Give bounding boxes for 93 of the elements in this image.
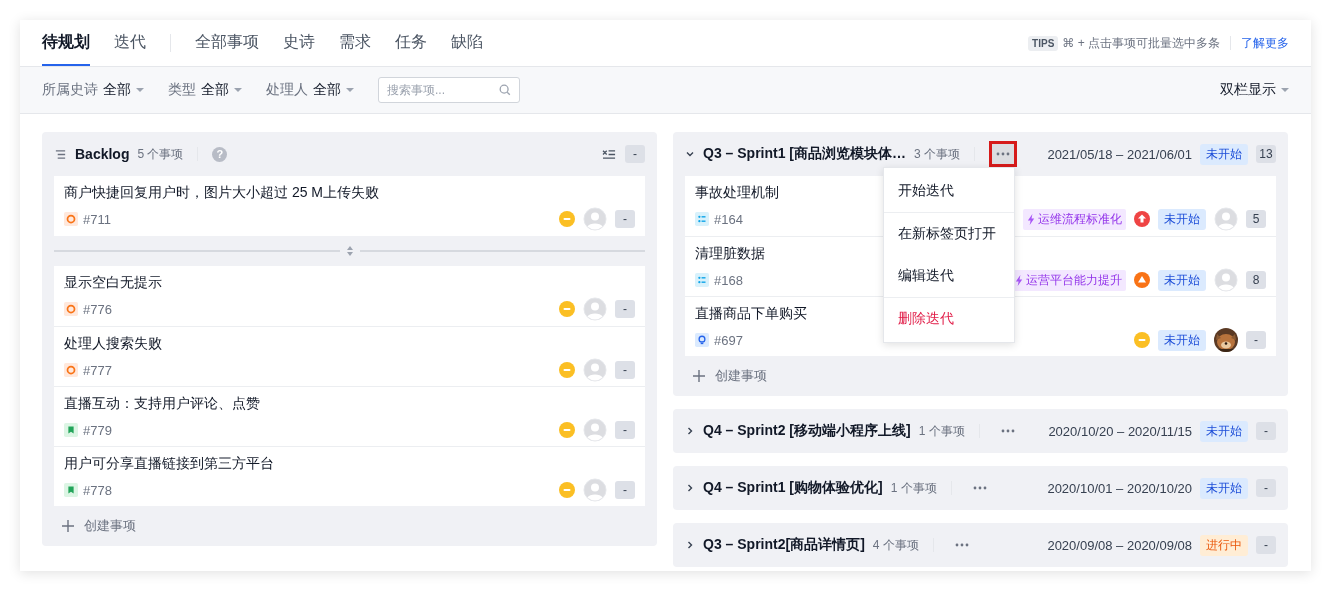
search-icon bbox=[498, 83, 512, 97]
estimate-badge: - bbox=[625, 145, 645, 163]
more-icon bbox=[954, 543, 969, 547]
item-count: 1 个事项 bbox=[890, 479, 937, 497]
status-badge: 进行中 bbox=[1200, 534, 1248, 556]
avatar-icon[interactable] bbox=[1214, 268, 1238, 292]
issue-id: #164 bbox=[714, 211, 743, 227]
avatar-icon[interactable] bbox=[1214, 207, 1238, 231]
chevron-icon[interactable] bbox=[685, 540, 695, 550]
tab[interactable]: 缺陷 bbox=[451, 20, 483, 66]
issue-title[interactable]: 清理脏数据 bbox=[695, 245, 765, 263]
list-icon bbox=[54, 147, 67, 161]
estimate-badge: - bbox=[1256, 422, 1276, 440]
sprint-title: Q3 – Sprint1 [商品浏览模块体… bbox=[703, 145, 907, 163]
chevron-icon[interactable] bbox=[685, 483, 695, 493]
issue-id: #168 bbox=[714, 272, 743, 288]
issue-id: #711 bbox=[83, 211, 111, 227]
estimate-badge: - bbox=[1256, 536, 1276, 554]
avatar-icon[interactable] bbox=[583, 478, 607, 502]
plus-icon bbox=[62, 520, 74, 532]
view-dropdown[interactable]: 双栏显示 bbox=[1220, 81, 1289, 99]
avatar-icon[interactable] bbox=[583, 358, 607, 382]
menu-item[interactable]: 删除迭代 bbox=[884, 298, 1015, 340]
estimate-badge: - bbox=[615, 421, 635, 439]
tips-badge: TIPS bbox=[1028, 35, 1059, 51]
filter-dropdown[interactable]: 处理人 全部 bbox=[266, 81, 354, 99]
issue-id: #778 bbox=[83, 482, 112, 498]
item-count: 1 个事项 bbox=[918, 422, 965, 440]
issue-title[interactable]: 用户可分享直播链接到第三方平台 bbox=[64, 455, 274, 473]
issue-id: #777 bbox=[83, 362, 112, 378]
sprint-title: Q4 – Sprint2 [移动端小程序上线] bbox=[703, 422, 911, 440]
sprint-dates: 2020/10/01 – 2020/10/20 bbox=[1047, 480, 1192, 496]
status-badge: 未开始 bbox=[1200, 477, 1248, 499]
estimate-badge: - bbox=[615, 210, 635, 228]
avatar-icon[interactable] bbox=[583, 418, 607, 442]
filter-dropdown[interactable]: 类型 全部 bbox=[168, 81, 242, 99]
estimate-badge: - bbox=[1246, 331, 1266, 349]
issue-title[interactable]: 直播互动：支持用户评论、点赞 bbox=[64, 395, 260, 413]
tab[interactable]: 史诗 bbox=[283, 20, 315, 66]
plus-icon bbox=[693, 370, 705, 382]
search-field[interactable]: 搜索事项... bbox=[378, 77, 520, 103]
more-icon bbox=[1000, 429, 1015, 433]
status-badge: 未开始 bbox=[1200, 420, 1248, 442]
learn-more-link[interactable]: 了解更多 bbox=[1241, 34, 1289, 52]
more-icon bbox=[996, 152, 1011, 156]
tab[interactable]: 任务 bbox=[395, 20, 427, 66]
chevron-icon[interactable] bbox=[685, 149, 695, 159]
status-badge: 未开始 bbox=[1158, 208, 1206, 230]
item-count: 3 个事项 bbox=[914, 145, 961, 163]
lightning-icon bbox=[1027, 213, 1036, 225]
sprint-dates: 2020/09/08 – 2020/09/08 bbox=[1047, 537, 1192, 553]
item-count: 4 个事项 bbox=[872, 536, 919, 554]
status-badge: 未开始 bbox=[1158, 329, 1206, 351]
issue-title[interactable]: 显示空白无提示 bbox=[64, 274, 162, 292]
sprint-dates: 2021/05/18 – 2021/06/01 bbox=[1047, 146, 1192, 162]
issue-id: #779 bbox=[83, 422, 112, 438]
estimate-badge: - bbox=[615, 300, 635, 318]
sort-handle-icon[interactable] bbox=[345, 245, 354, 257]
sprint-title: Q4 – Sprint1 [购物体验优化] bbox=[703, 479, 883, 497]
backlog-title: Backlog bbox=[75, 146, 130, 162]
tab[interactable]: 全部事项 bbox=[195, 20, 259, 66]
tips-text: ⌘ + 点击事项可批量选中多条 bbox=[1062, 34, 1220, 52]
sprint-title: Q3 – Sprint2[商品详情页] bbox=[703, 536, 865, 554]
avatar-icon[interactable] bbox=[583, 297, 607, 321]
issue-id: #697 bbox=[714, 332, 743, 348]
status-badge: 未开始 bbox=[1158, 269, 1206, 291]
issue-title[interactable]: 商户快捷回复用户时，图片大小超过 25 M上传失败 bbox=[64, 184, 379, 202]
item-count: 5 个事项 bbox=[137, 145, 184, 163]
tab[interactable]: 迭代 bbox=[114, 20, 146, 66]
more-button[interactable] bbox=[989, 141, 1018, 167]
estimate-badge: - bbox=[615, 361, 635, 379]
issue-title[interactable]: 处理人搜索失败 bbox=[64, 335, 162, 353]
menu-item[interactable]: 在新标签页打开 bbox=[884, 213, 1015, 255]
tab[interactable]: 需求 bbox=[339, 20, 371, 66]
menu-item[interactable]: 开始迭代 bbox=[884, 170, 1015, 212]
collapse-icon[interactable] bbox=[602, 147, 617, 161]
estimate-badge: 8 bbox=[1246, 271, 1266, 289]
epic-tag[interactable]: 运维流程标准化 bbox=[1023, 208, 1126, 230]
create-issue-button[interactable]: 创建事项 bbox=[685, 356, 775, 396]
filter-dropdown[interactable]: 所属史诗 全部 bbox=[42, 81, 144, 99]
issue-title[interactable]: 事故处理机制 bbox=[695, 184, 779, 202]
estimate-badge: - bbox=[615, 481, 635, 499]
sprint-dates: 2020/10/20 – 2020/11/15 bbox=[1048, 423, 1192, 439]
avatar-icon[interactable] bbox=[583, 207, 607, 231]
estimate-badge: 13 bbox=[1256, 145, 1276, 163]
chevron-icon[interactable] bbox=[685, 426, 695, 436]
estimate-badge: 5 bbox=[1246, 210, 1266, 228]
estimate-badge: - bbox=[1256, 479, 1276, 497]
more-icon bbox=[972, 486, 987, 490]
issue-id: #776 bbox=[83, 301, 112, 317]
status-badge: 未开始 bbox=[1200, 143, 1248, 165]
issue-title[interactable]: 直播商品下单购买 bbox=[695, 305, 807, 323]
create-issue-button[interactable]: 创建事项 bbox=[54, 506, 144, 546]
